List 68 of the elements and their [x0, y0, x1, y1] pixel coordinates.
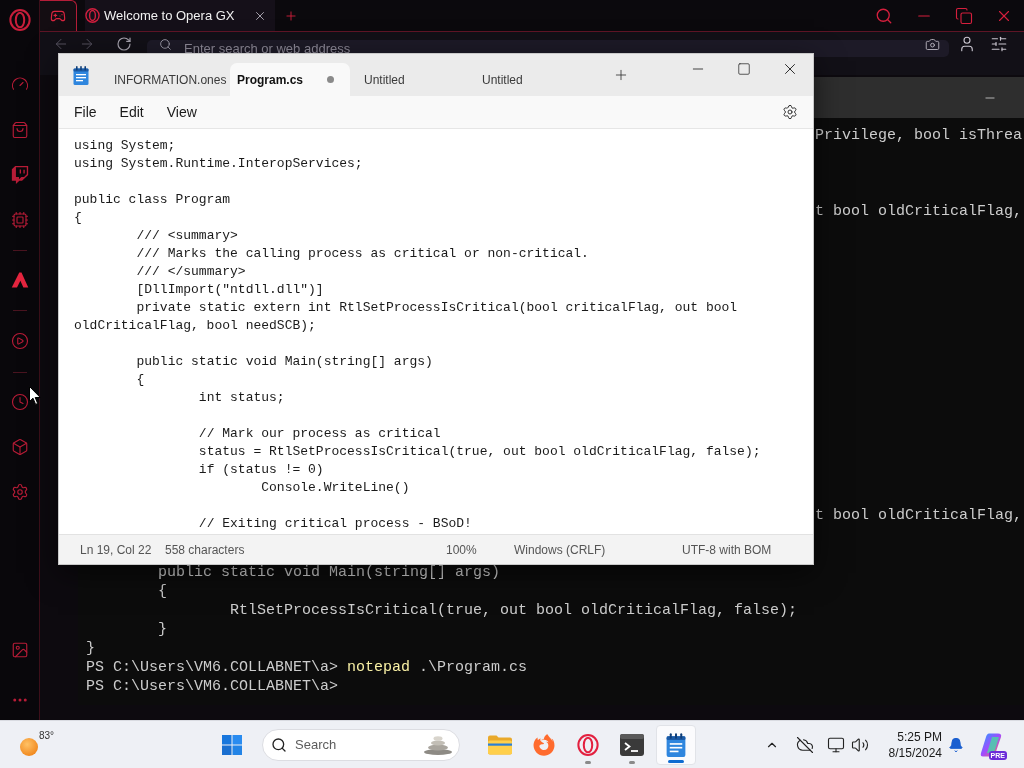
copilot-logo-icon[interactable]	[980, 732, 1004, 757]
terminal-line: Privilege, bool isThrea	[815, 126, 1023, 145]
search-field[interactable]: Search	[262, 728, 460, 761]
cursor-position-text: Ln 19, Col 22	[80, 542, 152, 557]
new-tab-icon[interactable]	[613, 67, 629, 83]
settings-sliders-icon[interactable]	[990, 35, 1008, 53]
cube-icon[interactable]	[10, 438, 29, 456]
active-app-tile[interactable]	[656, 724, 696, 765]
terminal-line: {	[157, 582, 167, 601]
clock-icon[interactable]	[10, 393, 29, 411]
chip-icon[interactable]	[10, 211, 29, 229]
zoom-level-text[interactable]: 100%	[446, 542, 477, 557]
notepad-tab[interactable]: Untitled	[350, 63, 470, 96]
notepad-icon	[73, 65, 89, 85]
sun-icon[interactable]	[20, 737, 38, 756]
terminal-line: }	[86, 639, 95, 658]
terminal-icon[interactable]	[620, 733, 644, 756]
image-icon[interactable]	[10, 641, 29, 659]
terminal-line: public static void Main(string[] args)	[157, 563, 501, 582]
menu-item[interactable]: View	[158, 99, 205, 125]
shopping-bag-icon[interactable]	[10, 121, 29, 139]
terminal-line: RtlSetProcessIsCritical(true, out bool oldCriticalFlag, false);	[229, 601, 798, 620]
folder-icon[interactable]	[488, 734, 512, 755]
character-count-text: 558 characters	[165, 542, 245, 557]
search-icon	[159, 38, 172, 51]
play-circle-icon[interactable]	[10, 332, 29, 350]
clock-time[interactable]: 5:25 PM	[897, 728, 942, 745]
search-icon[interactable]	[875, 6, 893, 25]
gauge-icon[interactable]	[10, 75, 29, 93]
opera-logo-icon[interactable]	[577, 733, 599, 756]
terminal-line: t bool oldCriticalFlag,	[815, 202, 1023, 221]
opera-logo-icon	[85, 8, 100, 23]
browser-tab[interactable]: Welcome to Opera GX	[85, 0, 275, 31]
clock-date[interactable]: 8/15/2024	[888, 744, 942, 761]
gx-corner-tab[interactable]	[40, 0, 77, 31]
gamepad-icon	[50, 8, 66, 24]
line-ending-text[interactable]: Windows (CRLF)	[514, 542, 606, 557]
maximize-icon[interactable]	[737, 62, 751, 76]
opera-logo-icon[interactable]	[8, 9, 31, 31]
settings-icon[interactable]	[10, 483, 29, 501]
cloud-off-icon[interactable]	[796, 735, 814, 754]
bell-icon[interactable]	[948, 736, 964, 753]
profile-icon[interactable]	[958, 35, 976, 53]
notepad-icon[interactable]	[666, 732, 686, 757]
notepad-tab[interactable]: Program.cs	[230, 63, 350, 96]
notepad-tab[interactable]: Untitled	[470, 63, 590, 96]
terminal-line: }	[157, 620, 167, 639]
monitor-icon[interactable]	[827, 735, 845, 754]
speaker-icon[interactable]	[851, 735, 869, 754]
search-icon	[271, 736, 287, 753]
terminal-prompt-line: PS C:\Users\VM6.COLLABNET\a>	[86, 677, 339, 696]
notepad-tab[interactable]: INFORMATION.ones	[100, 63, 230, 96]
settings-icon[interactable]	[782, 104, 798, 120]
encoding-text[interactable]: UTF-8 with BOM	[682, 542, 772, 557]
restore-icon[interactable]	[955, 6, 973, 25]
firefox-logo-icon[interactable]	[533, 733, 555, 756]
reload-icon[interactable]	[116, 36, 132, 52]
terminal-line: t bool oldCriticalFlag,	[815, 506, 1023, 525]
camera-icon[interactable]	[925, 37, 940, 52]
menu-item[interactable]: Edit	[111, 99, 152, 125]
temperature-text[interactable]: 83°	[39, 727, 55, 743]
menu-item[interactable]: File	[66, 99, 105, 125]
terminal-prompt-line: PS C:\Users\VM6.COLLABNET\a> notepad .\Program.cs	[86, 658, 528, 677]
twitch-logo-icon[interactable]	[10, 166, 29, 184]
windows-logo-icon[interactable]	[222, 734, 242, 755]
code-text: using System; using System.Runtime.InteropServices; public class Program { /// <summary> /// Marks the calling process as critical or non-critical. /// </summary> [DllImport("ntdll.dll")] private static extern int RtlSetProcessIsCritical(bool criticalFlag, out bool oldCriticalFlag, bool needSCB); public static void Main(string[] args) { int status; // Mark our process as critical status = RtlSetProcessIsCritical(true, out bool oldCriticalFlag, false); if (status != 0) Console.WriteLine() // Exiting critical process - BSoD!	[74, 137, 762, 533]
triangle-logo-icon[interactable]	[10, 271, 29, 289]
pebbles-icon	[423, 734, 453, 755]
